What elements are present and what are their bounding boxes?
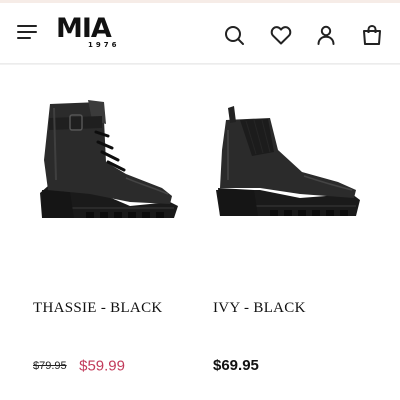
- heart-icon[interactable]: [269, 23, 293, 47]
- user-icon[interactable]: [314, 23, 338, 47]
- price: $69.95: [213, 357, 259, 374]
- original-price: $79.95: [33, 359, 67, 372]
- product-card[interactable]: IVY - BLACK $69.95: [210, 80, 380, 390]
- sale-price: $59.99: [79, 357, 125, 375]
- bag-icon[interactable]: [360, 23, 384, 47]
- product-title[interactable]: THASSIE - BLACK: [33, 300, 163, 317]
- header-divider: [0, 64, 400, 65]
- menu-icon[interactable]: [17, 23, 39, 41]
- logo-wordmark: MIA: [56, 13, 112, 44]
- price-row: $69.95: [213, 357, 259, 375]
- product-image-ivy[interactable]: [210, 90, 370, 225]
- product-title[interactable]: IVY - BLACK: [213, 300, 306, 317]
- price-row: $79.95 $59.99: [33, 357, 125, 375]
- product-image-thassie[interactable]: [30, 90, 190, 225]
- product-card[interactable]: THASSIE - BLACK $79.95 $59.99: [30, 80, 200, 390]
- brand-logo[interactable]: MIA 1976: [56, 13, 120, 49]
- logo-year: 1976: [88, 41, 120, 49]
- site-header: MIA 1976: [0, 3, 400, 64]
- search-icon[interactable]: [222, 23, 246, 47]
